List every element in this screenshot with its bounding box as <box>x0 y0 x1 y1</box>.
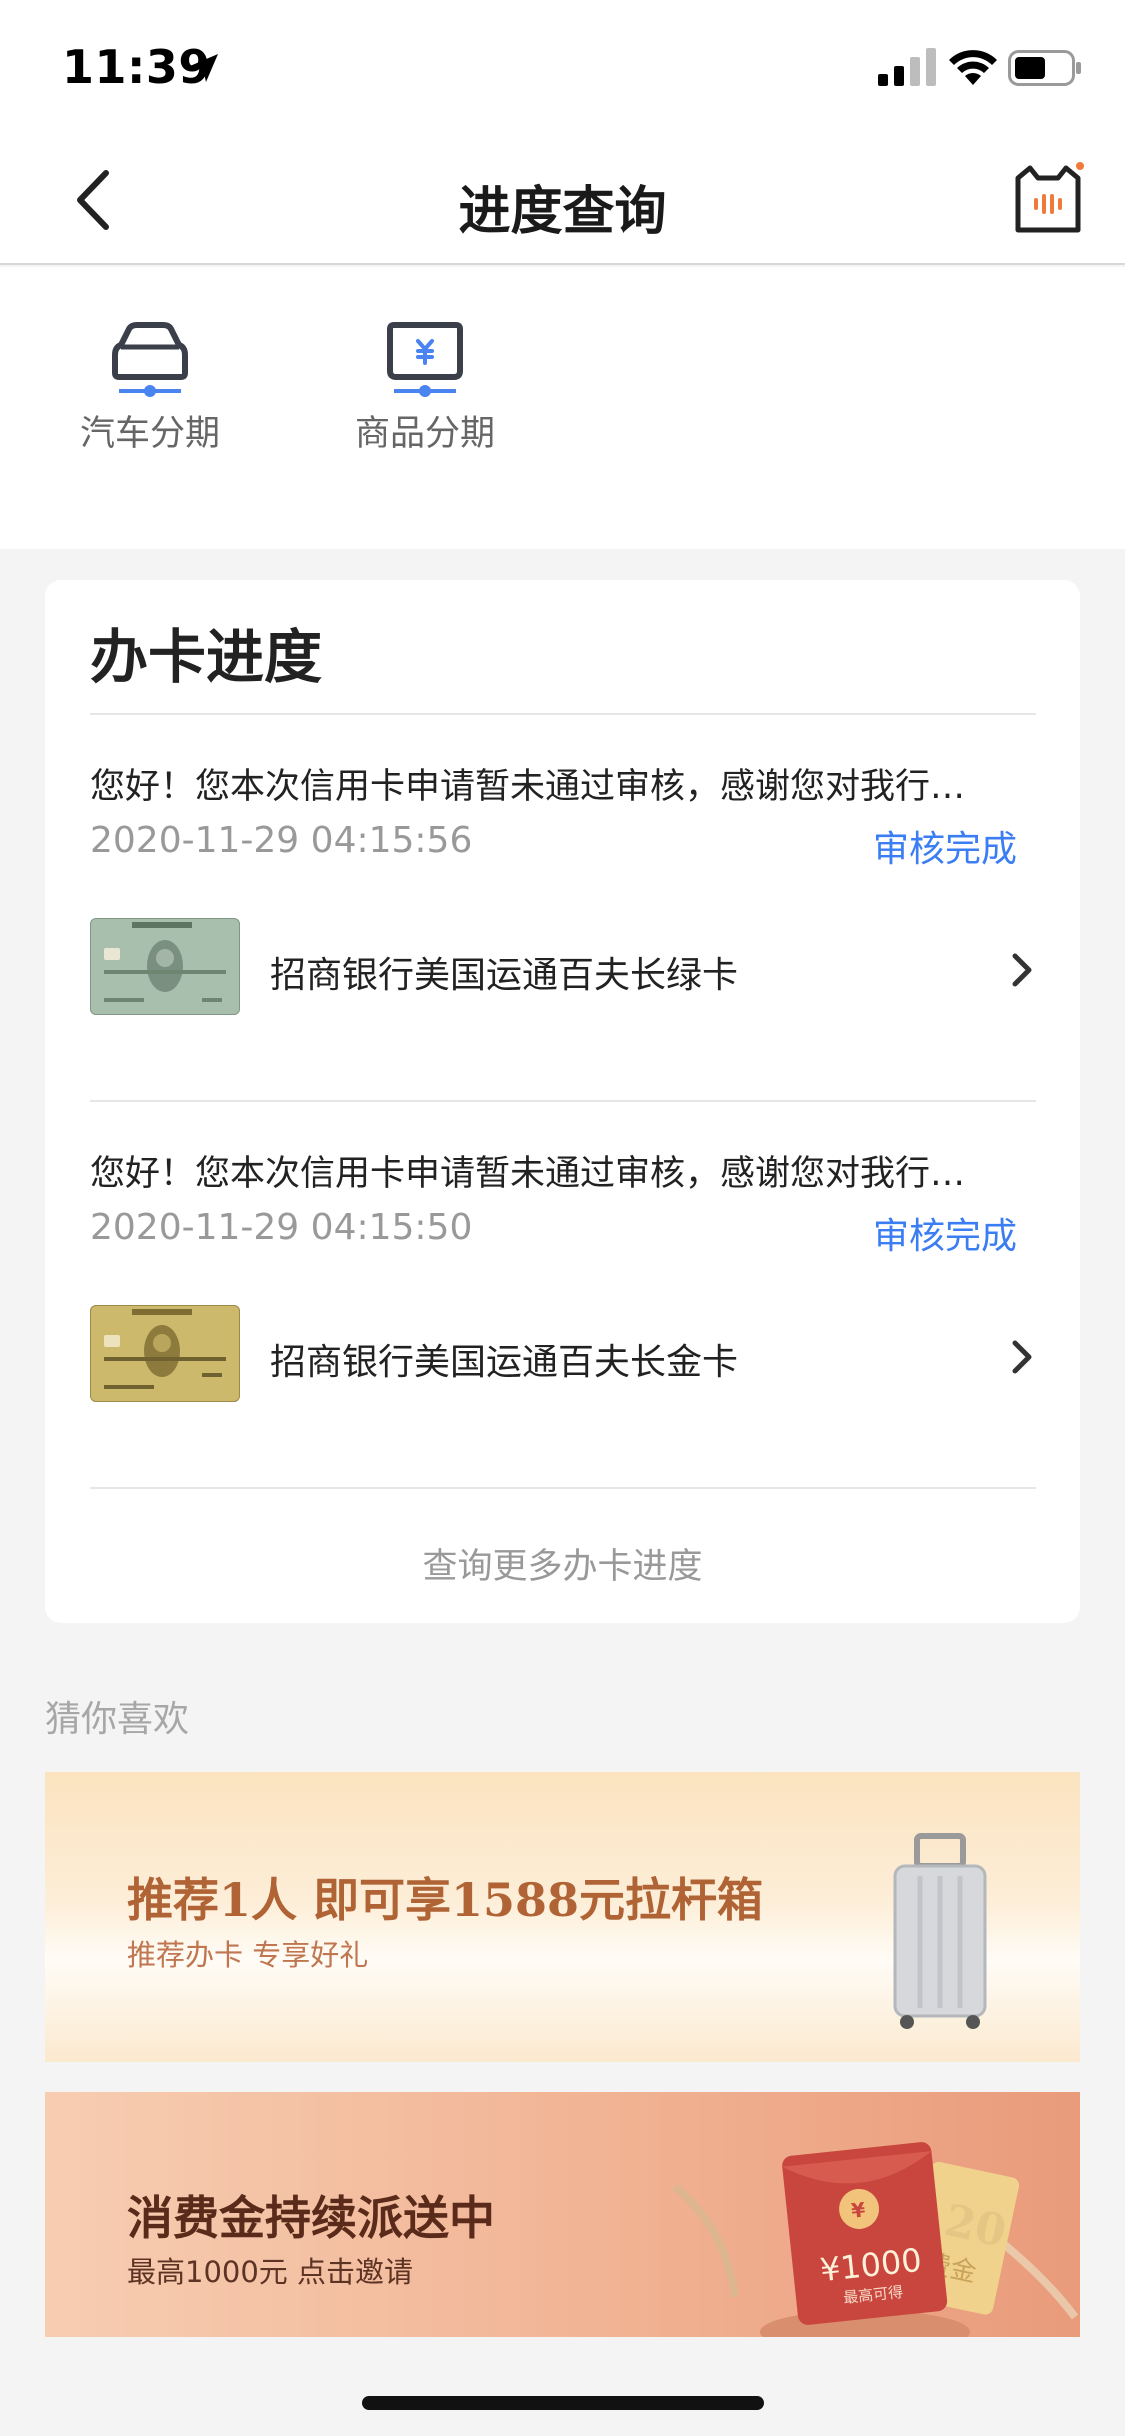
page-title: 进度查询 <box>458 182 667 242</box>
divider <box>90 1487 1036 1489</box>
banner-title: 消费金持续派送中 <box>127 2191 495 2245</box>
navigation-bar: 进度查询 <box>0 135 1125 265</box>
yuan-box-icon <box>387 322 463 397</box>
progress-section-title: 办卡进度 <box>90 623 323 691</box>
banner-subtitle: 最高1000元 点击邀请 <box>127 2255 414 2289</box>
divider <box>90 713 1036 715</box>
record-message: 您好！您本次信用卡申请暂未通过审核，感谢您对我行… <box>90 767 966 807</box>
goods-installment-entry[interactable]: 商品分期 <box>345 317 505 456</box>
application-record[interactable]: 您好！您本次信用卡申请暂未通过审核，感谢您对我行… 2020-11-29 04:… <box>45 1145 1080 1525</box>
more-progress-link[interactable]: 查询更多办卡进度 <box>45 1538 1080 1589</box>
record-timestamp: 2020-11-29 04:15:56 <box>90 820 473 861</box>
cellular-signal-icon <box>878 48 936 86</box>
assistant-cat-icon[interactable] <box>1010 160 1086 236</box>
amex-gold-card-image <box>90 1305 240 1402</box>
car-installment-entry[interactable]: 汽车分期 <box>70 317 230 456</box>
goods-installment-label: 商品分期 <box>354 414 495 454</box>
battery-icon <box>1008 50 1081 86</box>
consumption-credit-banner[interactable]: 消费金持续派送中 最高1000元 点击邀请 20 费金 ¥ ¥1000 最高可得 <box>45 2092 1080 2337</box>
referral-suitcase-banner[interactable]: 推荐1人 即可享1588元拉杆箱 推荐办卡 专享好礼 <box>45 1772 1080 2062</box>
suitcase-image <box>893 1833 987 2029</box>
wifi-icon <box>949 50 997 85</box>
car-installment-label: 汽车分期 <box>79 414 220 454</box>
card-product-name: 招商银行美国运通百夫长绿卡 <box>270 955 739 996</box>
banner-title: 推荐1人 即可享1588元拉杆箱 <box>127 1873 764 1927</box>
home-indicator[interactable] <box>362 2396 764 2410</box>
car-icon <box>112 322 188 397</box>
recommend-section-title: 猜你喜欢 <box>45 1699 190 1740</box>
record-timestamp: 2020-11-29 04:15:50 <box>90 1207 473 1248</box>
banner-subtitle: 推荐办卡 专享好礼 <box>127 1938 369 1972</box>
record-message: 您好！您本次信用卡申请暂未通过审核，感谢您对我行… <box>90 1154 966 1194</box>
card-product-name: 招商银行美国运通百夫长金卡 <box>270 1342 739 1383</box>
divider <box>90 1100 1036 1102</box>
application-record[interactable]: 您好！您本次信用卡申请暂未通过审核，感谢您对我行… 2020-11-29 04:… <box>45 758 1080 1138</box>
installment-categories: 汽车分期 商品分期 <box>0 267 1125 549</box>
chevron-right-icon <box>1012 953 1032 987</box>
record-status[interactable]: 审核完成 <box>873 1207 1017 1259</box>
chevron-right-icon <box>1012 1340 1032 1374</box>
svg-text:¥: ¥ <box>850 2197 866 2222</box>
amex-green-card-image <box>90 918 240 1015</box>
location-arrow-icon <box>190 54 218 82</box>
card-progress-panel: 办卡进度 您好！您本次信用卡申请暂未通过审核，感谢您对我行… 2020-11-2… <box>45 580 1080 1623</box>
status-bar: 11:39 <box>0 0 1125 135</box>
record-status[interactable]: 审核完成 <box>873 820 1017 872</box>
red-packet-image: 20 费金 ¥ ¥1000 最高可得 <box>672 2142 1079 2337</box>
